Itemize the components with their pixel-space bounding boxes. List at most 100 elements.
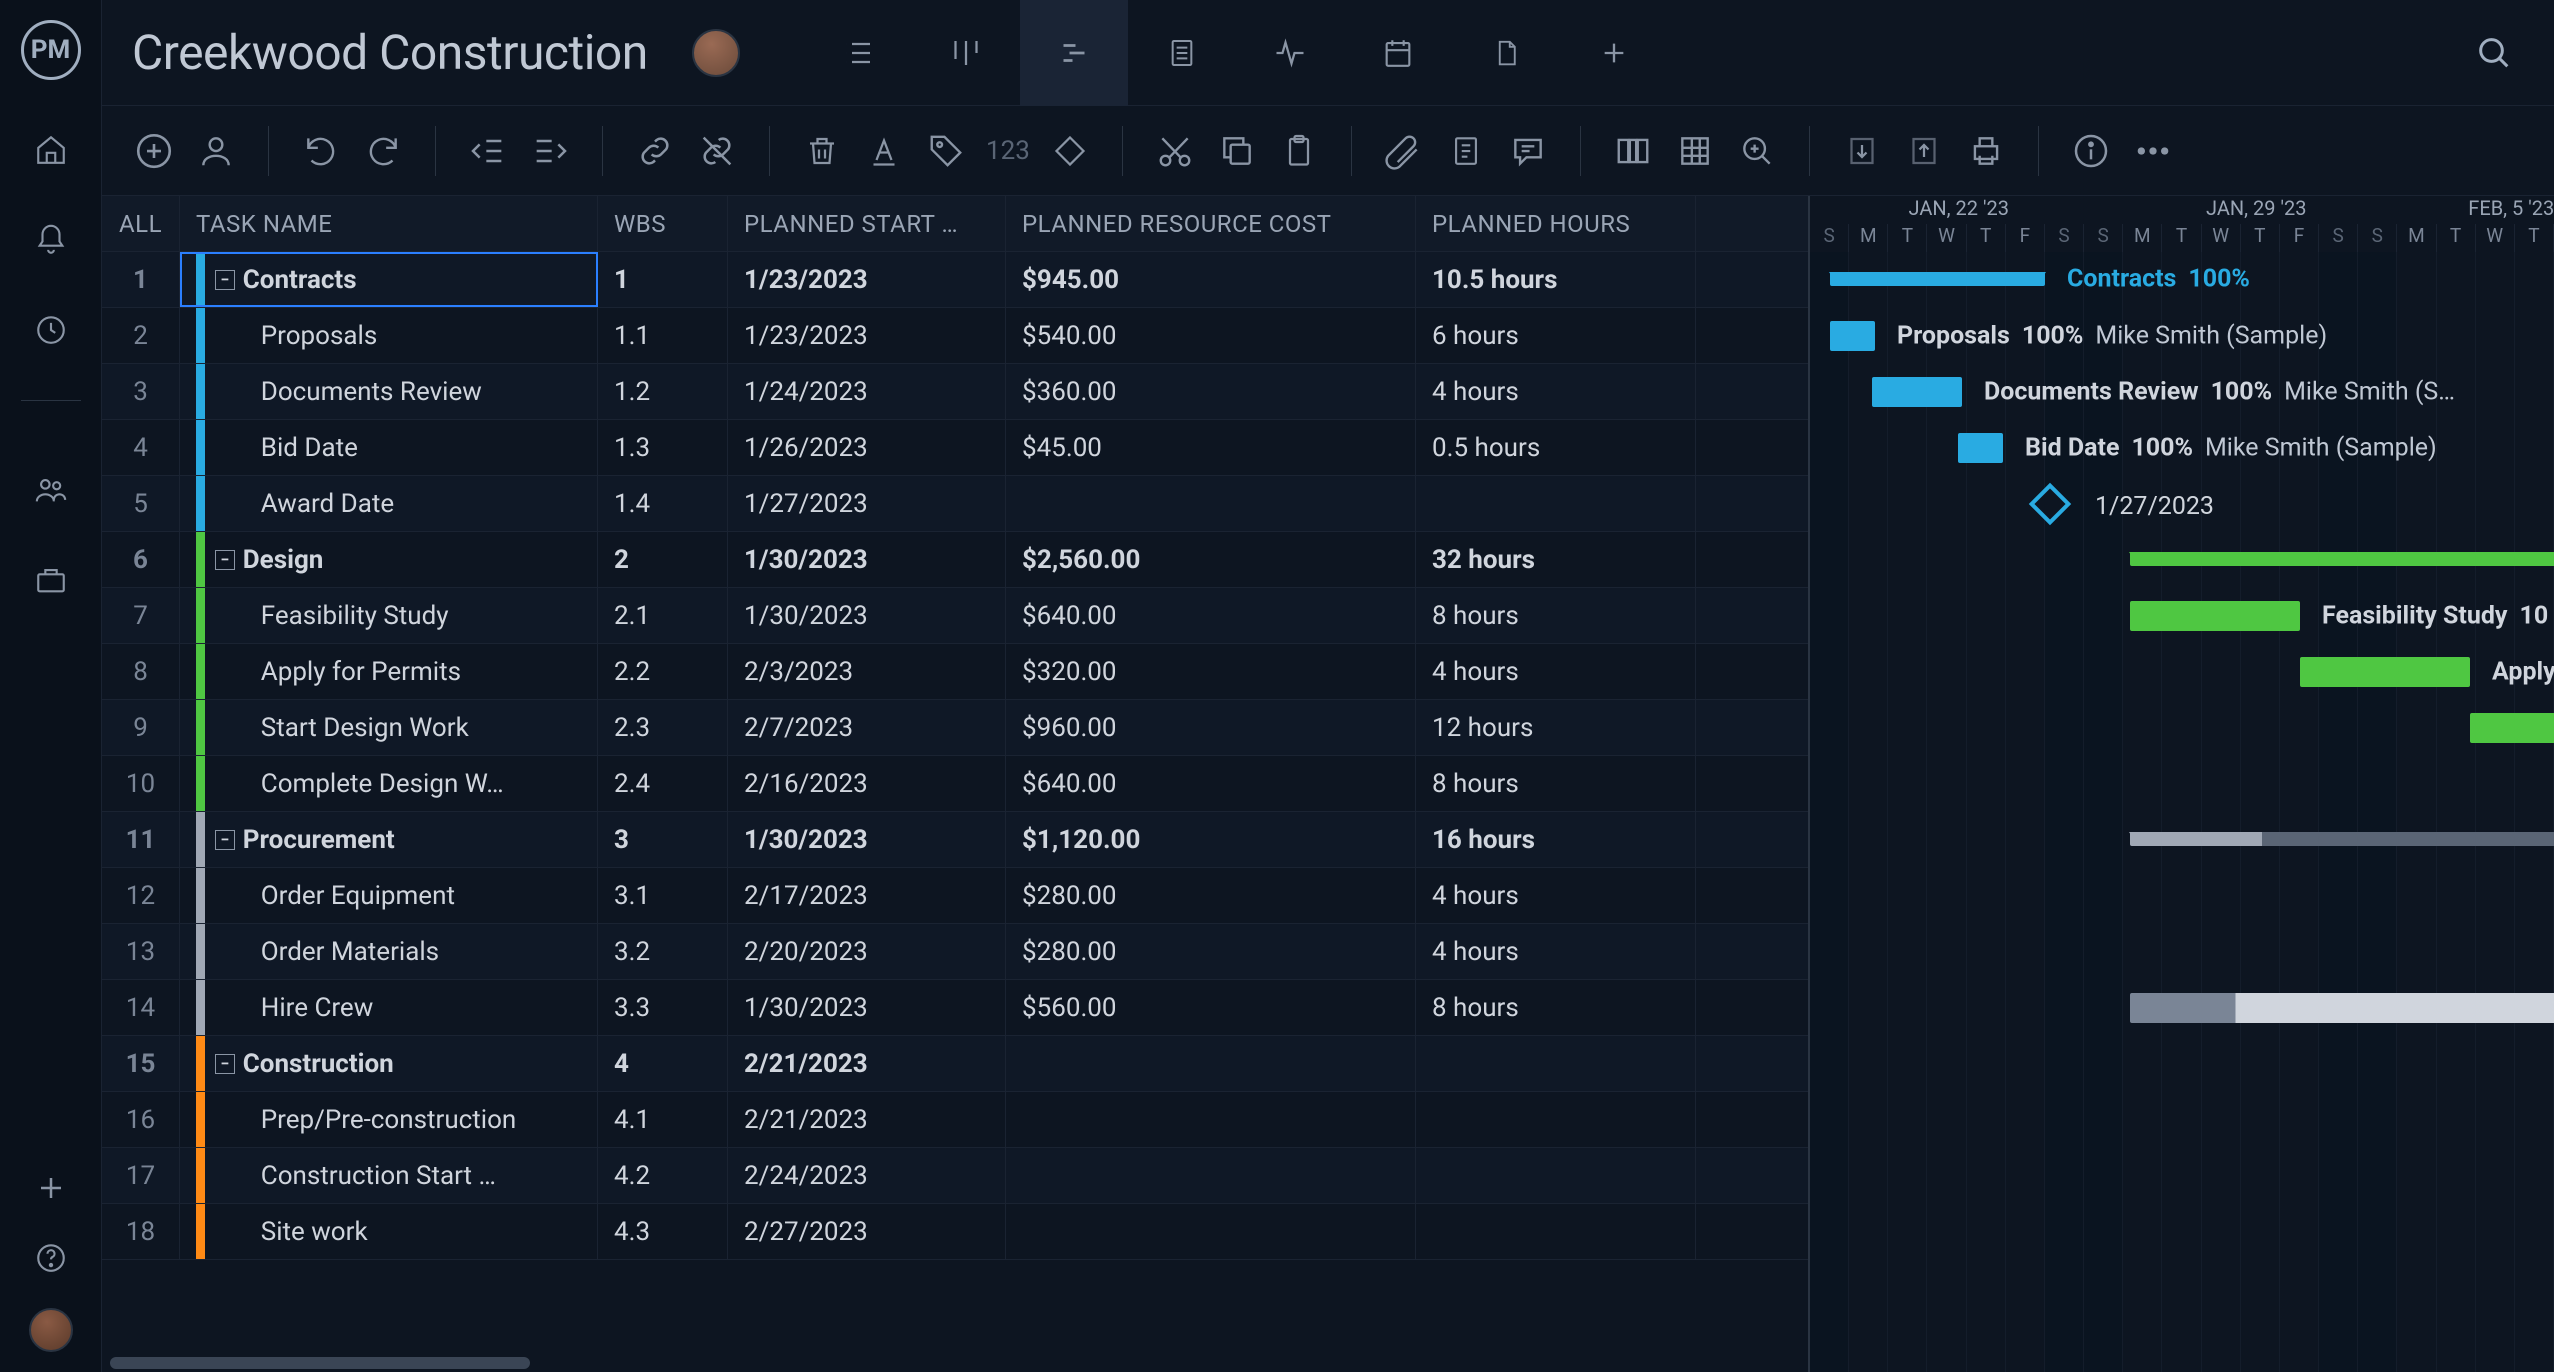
- col-header-all[interactable]: ALL: [102, 196, 180, 251]
- notes-icon[interactable]: [1444, 129, 1488, 173]
- task-row[interactable]: 4 Bid Date 1.3 1/26/2023 $45.00 0.5 hour…: [102, 420, 1808, 476]
- cell-hours[interactable]: 16 hours: [1416, 812, 1696, 867]
- unlink-icon[interactable]: [695, 129, 739, 173]
- view-calendar[interactable]: [1344, 0, 1452, 106]
- view-activity[interactable]: [1236, 0, 1344, 106]
- cell-hours[interactable]: 8 hours: [1416, 756, 1696, 811]
- cell-cost[interactable]: $640.00: [1006, 588, 1416, 643]
- task-row[interactable]: 3 Documents Review 1.2 1/24/2023 $360.00…: [102, 364, 1808, 420]
- tag-icon[interactable]: [924, 129, 968, 173]
- clock-icon[interactable]: [31, 310, 71, 350]
- cell-start[interactable]: 1/26/2023: [728, 420, 1006, 475]
- cell-start[interactable]: 2/7/2023: [728, 700, 1006, 755]
- cell-hours[interactable]: 10.5 hours: [1416, 252, 1696, 307]
- cell-start[interactable]: 1/24/2023: [728, 364, 1006, 419]
- cell-hours[interactable]: 4 hours: [1416, 868, 1696, 923]
- gantt-bar[interactable]: Bid Date100%Mike Smith (Sample): [1958, 433, 2003, 463]
- task-row[interactable]: 14 Hire Crew 3.3 1/30/2023 $560.00 8 hou…: [102, 980, 1808, 1036]
- gantt-bar[interactable]: [2130, 552, 2554, 566]
- cell-wbs[interactable]: 1.2: [598, 364, 728, 419]
- gantt-bar[interactable]: Proposals100%Mike Smith (Sample): [1830, 321, 1875, 351]
- help-icon[interactable]: [31, 1238, 71, 1278]
- gantt-row[interactable]: [1810, 1204, 2554, 1260]
- paste-icon[interactable]: [1277, 129, 1321, 173]
- cell-start[interactable]: 2/20/2023: [728, 924, 1006, 979]
- assign-icon[interactable]: [194, 129, 238, 173]
- cell-cost[interactable]: $280.00: [1006, 868, 1416, 923]
- grid-icon[interactable]: [1673, 129, 1717, 173]
- cell-cost[interactable]: $540.00: [1006, 308, 1416, 363]
- briefcase-icon[interactable]: [31, 560, 71, 600]
- gantt-row[interactable]: Hire: [1810, 980, 2554, 1036]
- attach-icon[interactable]: [1382, 129, 1426, 173]
- cell-hours[interactable]: [1416, 1092, 1696, 1147]
- cell-cost[interactable]: [1006, 1092, 1416, 1147]
- gantt-row[interactable]: Proposals100%Mike Smith (Sample): [1810, 308, 2554, 364]
- task-row[interactable]: 13 Order Materials 3.2 2/20/2023 $280.00…: [102, 924, 1808, 980]
- task-row[interactable]: 15 −Construction 4 2/21/2023: [102, 1036, 1808, 1092]
- task-row[interactable]: 6 −Design 2 1/30/2023 $2,560.00 32 hours: [102, 532, 1808, 588]
- cell-cost[interactable]: $320.00: [1006, 644, 1416, 699]
- gantt-row[interactable]: [1810, 1148, 2554, 1204]
- gantt-row[interactable]: Apply f: [1810, 644, 2554, 700]
- cell-start[interactable]: 2/17/2023: [728, 868, 1006, 923]
- cell-cost[interactable]: $560.00: [1006, 980, 1416, 1035]
- app-logo[interactable]: PM: [21, 20, 81, 80]
- cell-wbs[interactable]: 1: [598, 252, 728, 307]
- cell-hours[interactable]: [1416, 1036, 1696, 1091]
- cell-start[interactable]: 2/16/2023: [728, 756, 1006, 811]
- more-icon[interactable]: [2131, 129, 2175, 173]
- cell-wbs[interactable]: 3.2: [598, 924, 728, 979]
- gantt-bar[interactable]: [2470, 713, 2554, 743]
- gantt-row[interactable]: Documents Review100%Mike Smith (S…: [1810, 364, 2554, 420]
- cell-start[interactable]: 1/23/2023: [728, 252, 1006, 307]
- cell-wbs[interactable]: 1.3: [598, 420, 728, 475]
- cell-cost[interactable]: [1006, 1036, 1416, 1091]
- bell-icon[interactable]: [31, 220, 71, 260]
- gantt-row[interactable]: [1810, 700, 2554, 756]
- cell-start[interactable]: 1/30/2023: [728, 532, 1006, 587]
- cell-wbs[interactable]: 2.2: [598, 644, 728, 699]
- gantt-bar[interactable]: Feasibility Study10: [2130, 601, 2300, 631]
- cell-hours[interactable]: 8 hours: [1416, 980, 1696, 1035]
- milestone-diamond-icon[interactable]: [1048, 129, 1092, 173]
- cell-wbs[interactable]: 3.3: [598, 980, 728, 1035]
- cell-wbs[interactable]: 2: [598, 532, 728, 587]
- task-row[interactable]: 5 Award Date 1.4 1/27/2023: [102, 476, 1808, 532]
- collapse-icon[interactable]: −: [215, 1054, 235, 1074]
- task-row[interactable]: 8 Apply for Permits 2.2 2/3/2023 $320.00…: [102, 644, 1808, 700]
- task-row[interactable]: 9 Start Design Work 2.3 2/7/2023 $960.00…: [102, 700, 1808, 756]
- cell-cost[interactable]: [1006, 1204, 1416, 1259]
- task-row[interactable]: 1 −Contracts 1 1/23/2023 $945.00 10.5 ho…: [102, 252, 1808, 308]
- cell-cost[interactable]: $960.00: [1006, 700, 1416, 755]
- comment-icon[interactable]: [1506, 129, 1550, 173]
- gantt-row[interactable]: [1810, 1092, 2554, 1148]
- cell-wbs[interactable]: 1.1: [598, 308, 728, 363]
- columns-icon[interactable]: [1611, 129, 1655, 173]
- cell-start[interactable]: 2/27/2023: [728, 1204, 1006, 1259]
- cell-start[interactable]: 2/3/2023: [728, 644, 1006, 699]
- view-add[interactable]: [1560, 0, 1668, 106]
- cell-hours[interactable]: 0.5 hours: [1416, 420, 1696, 475]
- gantt-row[interactable]: Contracts100%: [1810, 252, 2554, 308]
- cell-hours[interactable]: 32 hours: [1416, 532, 1696, 587]
- gantt-bar[interactable]: Hire: [2130, 993, 2554, 1023]
- export-icon[interactable]: [1902, 129, 1946, 173]
- cell-wbs[interactable]: 4.3: [598, 1204, 728, 1259]
- cell-cost[interactable]: [1006, 1148, 1416, 1203]
- cell-hours[interactable]: [1416, 1204, 1696, 1259]
- cell-cost[interactable]: $2,560.00: [1006, 532, 1416, 587]
- user-avatar[interactable]: [29, 1308, 73, 1352]
- cell-start[interactable]: 1/30/2023: [728, 588, 1006, 643]
- gantt-row[interactable]: [1810, 756, 2554, 812]
- gantt-row[interactable]: Bid Date100%Mike Smith (Sample): [1810, 420, 2554, 476]
- cell-hours[interactable]: 12 hours: [1416, 700, 1696, 755]
- people-icon[interactable]: [31, 470, 71, 510]
- task-row[interactable]: 7 Feasibility Study 2.1 1/30/2023 $640.0…: [102, 588, 1808, 644]
- gantt-row[interactable]: [1810, 532, 2554, 588]
- view-file[interactable]: [1452, 0, 1560, 106]
- collapse-icon[interactable]: −: [215, 550, 235, 570]
- collapse-icon[interactable]: −: [215, 830, 235, 850]
- cell-cost[interactable]: $45.00: [1006, 420, 1416, 475]
- add-task-button[interactable]: [132, 129, 176, 173]
